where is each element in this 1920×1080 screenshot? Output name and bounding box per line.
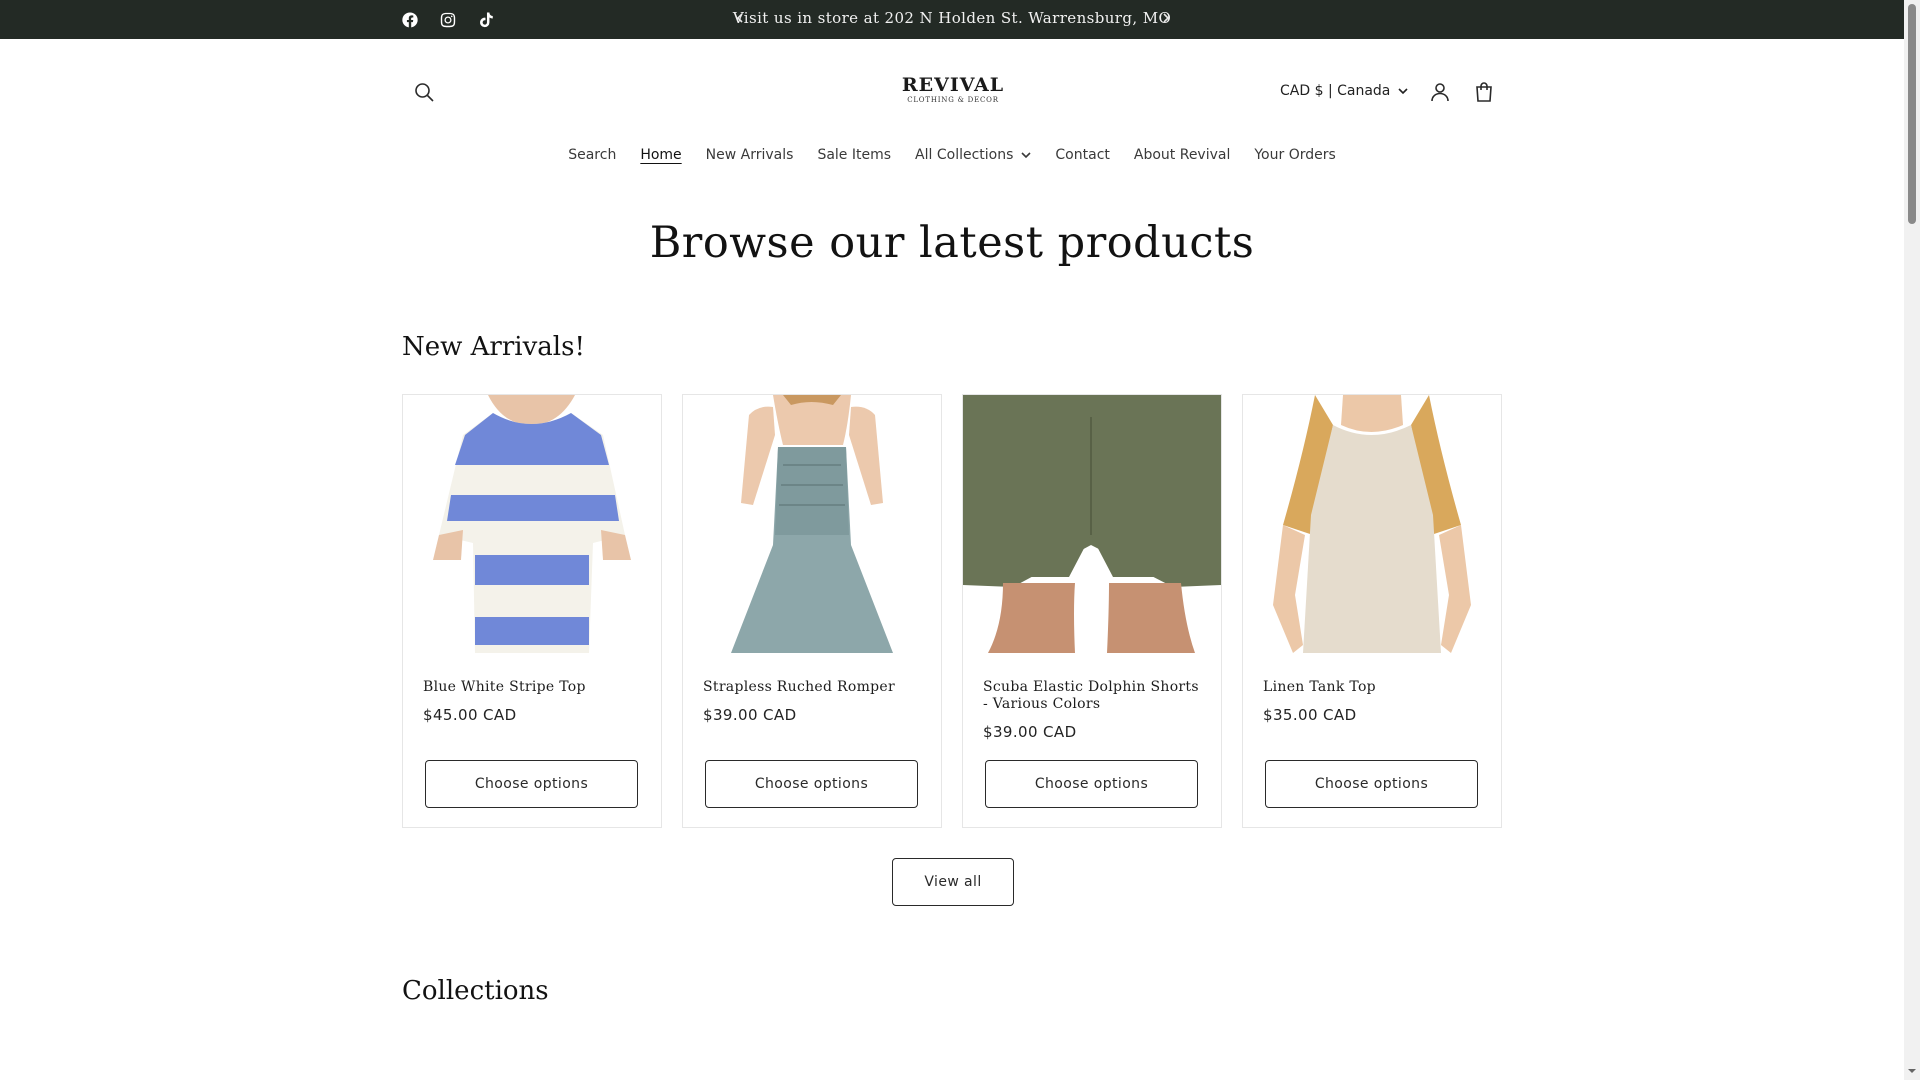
product-price: $45.00 CAD xyxy=(423,706,517,724)
chevron-right-icon xyxy=(1163,13,1170,23)
product-image[interactable] xyxy=(683,395,941,653)
product-title[interactable]: Strapless Ruched Romper xyxy=(703,679,923,696)
collections-heading: Collections xyxy=(402,976,549,1006)
search-icon xyxy=(415,83,434,102)
nav-about-revival[interactable]: About Revival xyxy=(1122,144,1242,166)
product-title[interactable]: Linen Tank Top xyxy=(1263,679,1483,696)
product-card[interactable]: Linen Tank Top $35.00 CAD Choose options xyxy=(1242,394,1502,828)
cart-icon xyxy=(1476,82,1492,102)
choose-options-button[interactable]: Choose options xyxy=(985,760,1198,808)
product-image[interactable] xyxy=(403,395,661,653)
nav-search[interactable]: Search xyxy=(556,144,628,166)
announcement-next-button[interactable] xyxy=(1154,0,1178,36)
nav-contact[interactable]: Contact xyxy=(1043,144,1121,166)
announcement-text: Visit us in store at 202 N Holden St. Wa… xyxy=(732,9,1172,27)
account-button[interactable] xyxy=(1420,72,1460,112)
choose-options-button[interactable]: Choose options xyxy=(1265,760,1478,808)
main-nav: Search Home New Arrivals Sale Items All … xyxy=(0,144,1904,166)
header-search-button[interactable] xyxy=(404,72,444,112)
nav-new-arrivals[interactable]: New Arrivals xyxy=(694,144,806,166)
currency-selector[interactable]: CAD $ | Canada xyxy=(1280,78,1408,104)
nav-your-orders[interactable]: Your Orders xyxy=(1242,144,1347,166)
choose-options-button[interactable]: Choose options xyxy=(425,760,638,808)
choose-options-button[interactable]: Choose options xyxy=(705,760,918,808)
account-icon xyxy=(1431,83,1449,102)
product-price: $39.00 CAD xyxy=(703,706,797,724)
product-card[interactable]: Blue White Stripe Top $45.00 CAD Choose … xyxy=(402,394,662,828)
cart-button[interactable] xyxy=(1464,72,1504,112)
announcement-bar: Visit us in store at 202 N Holden St. Wa… xyxy=(0,0,1904,39)
chevron-down-icon xyxy=(1398,88,1408,95)
product-image[interactable] xyxy=(963,395,1221,653)
product-title[interactable]: Blue White Stripe Top xyxy=(423,679,643,696)
chevron-down-icon xyxy=(1021,152,1031,159)
new-arrivals-heading: New Arrivals! xyxy=(402,332,585,362)
page-scrollbar[interactable] xyxy=(1904,0,1920,1080)
page-title: Browse our latest products xyxy=(649,218,1255,268)
nav-sale-items[interactable]: Sale Items xyxy=(805,144,903,166)
product-price: $39.00 CAD xyxy=(983,723,1077,741)
currency-label: CAD $ | Canada xyxy=(1280,83,1391,99)
logo-wordmark: REVIVAL xyxy=(901,74,1005,96)
product-card[interactable]: Strapless Ruched Romper $39.00 CAD Choos… xyxy=(682,394,942,828)
scroll-down-icon[interactable] xyxy=(1907,1066,1917,1076)
product-image[interactable] xyxy=(1243,395,1501,653)
view-all-button[interactable]: View all xyxy=(892,858,1014,906)
product-title[interactable]: Scuba Elastic Dolphin Shorts - Various C… xyxy=(983,679,1203,713)
nav-home[interactable]: Home xyxy=(628,144,693,166)
logo-tagline: CLOTHING & DECOR xyxy=(907,96,999,104)
nav-all-collections[interactable]: All Collections xyxy=(903,144,1043,166)
scrollbar-thumb[interactable] xyxy=(1908,4,1916,224)
nav-all-collections-label: All Collections xyxy=(915,147,1014,163)
product-price: $35.00 CAD xyxy=(1263,706,1357,724)
product-card[interactable]: Scuba Elastic Dolphin Shorts - Various C… xyxy=(962,394,1222,828)
store-logo[interactable]: REVIVAL CLOTHING & DECOR xyxy=(890,74,1016,110)
